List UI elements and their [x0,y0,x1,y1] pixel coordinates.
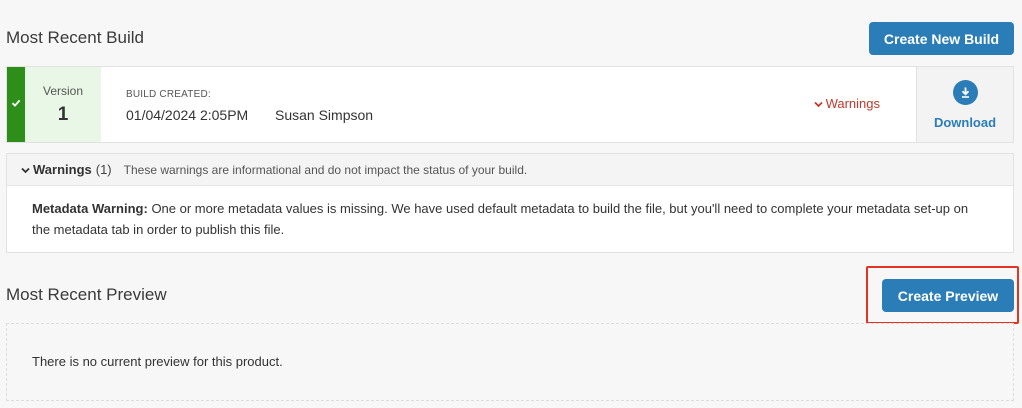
warning-heading: Metadata Warning: [32,201,148,216]
version-box: Version 1 [25,67,101,142]
checkmark-icon [11,98,21,111]
preview-empty-message: There is no current preview for this pro… [32,354,283,369]
preview-box: There is no current preview for this pro… [6,323,1014,401]
build-created-label: BUILD CREATED: [126,89,211,100]
download-label: Download [933,114,997,130]
create-new-build-button[interactable]: Create New Build [869,22,1014,55]
download-button[interactable]: Download [916,67,1013,142]
build-created-by: Susan Simpson [275,107,374,123]
build-created-date: 01/04/2024 2:05PM [126,107,249,123]
version-label: Version [42,83,84,98]
build-status-strip [7,67,25,142]
warnings-header[interactable]: Warnings (1) These warnings are informat… [7,154,1013,186]
chevron-down-icon [813,96,823,111]
warnings-count: (1) [95,162,112,177]
create-preview-button[interactable]: Create Preview [882,279,1014,312]
download-icon [952,79,978,105]
warnings-description: These warnings are informational and do … [123,162,528,177]
warning-item: Metadata Warning: One or more metadata v… [7,186,1013,240]
warnings-toggle[interactable]: Warnings [813,96,880,111]
warnings-title: Warnings [33,162,92,177]
build-section-title: Most Recent Build [6,28,144,47]
build-preview-page: Most Recent Build Create New Build Versi… [0,0,1022,408]
build-info: BUILD CREATED: 01/04/2024 2:05PM Susan S… [101,67,916,142]
preview-section-title: Most Recent Preview [6,285,167,304]
chevron-down-icon [21,163,30,177]
warnings-panel: Warnings (1) These warnings are informat… [6,153,1014,253]
warnings-toggle-label: Warnings [825,96,880,111]
warning-text: One or more metadata values is missing. … [32,201,969,237]
version-number: 1 [57,103,69,125]
build-card: Version 1 BUILD CREATED: 01/04/2024 2:05… [6,66,1014,143]
